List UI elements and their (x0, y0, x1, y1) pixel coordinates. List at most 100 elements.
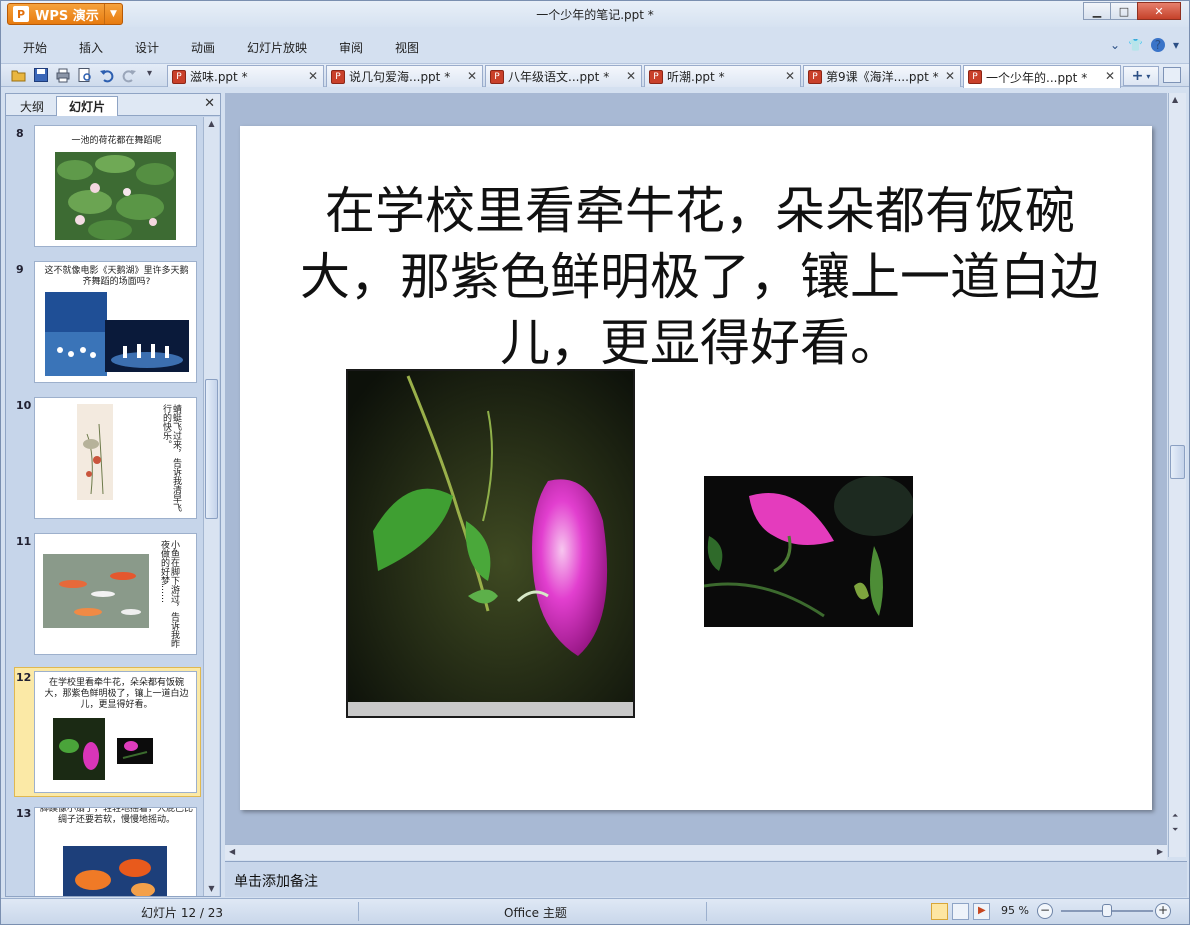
morning-glory-image-small-2 (117, 738, 153, 764)
scroll-up-icon[interactable]: ▲ (1172, 95, 1178, 104)
morning-glory-graphic (348, 371, 633, 716)
scrollbar-thumb[interactable] (205, 379, 218, 519)
slide-number: 12 (16, 671, 32, 684)
menu-view[interactable]: 视图 (395, 39, 419, 56)
ppt-file-icon: P (490, 69, 504, 84)
close-tab-icon[interactable]: ✕ (785, 69, 795, 83)
normal-view-button[interactable] (931, 903, 948, 920)
new-tab-button[interactable]: + ▾ (1123, 66, 1159, 86)
theme-name: Office 主题 (504, 906, 567, 920)
undo-icon[interactable] (99, 67, 115, 83)
slide-thumbnail-10[interactable]: 蜻蜓飞过来，告诉我清早飞行的快乐。 (34, 397, 197, 519)
menu-design[interactable]: 设计 (135, 39, 159, 56)
morning-glory-image-large[interactable] (346, 369, 635, 718)
tab-document-1[interactable]: P 滋味.ppt * ✕ (167, 65, 324, 87)
tab-document-4[interactable]: P 听潮.ppt * ✕ (644, 65, 801, 87)
slide-thumbnail-9[interactable]: 这不就像电影《天鹅湖》里许多天鹅齐舞蹈的场面吗? (34, 261, 197, 383)
notes-pane[interactable]: 单击添加备注 (225, 861, 1187, 897)
slide-thumbnail-8[interactable]: 一池的荷花都在舞蹈呢 (34, 125, 197, 247)
scroll-left-icon[interactable]: ◀ (229, 847, 235, 856)
zoom-out-button[interactable]: − (1037, 903, 1053, 919)
menu-animation[interactable]: 动画 (191, 39, 215, 56)
slide-title-text[interactable]: 在学校里看牵牛花，朵朵都有饭碗大，那紫色鲜明极了，镶上一道白边儿，更显得好看。 (300, 178, 1100, 376)
ballet-image (105, 320, 189, 372)
status-bar: 幻灯片 12 / 23 Office 主题 ▶ 95 % − + (1, 898, 1189, 924)
morning-glory-image-small-right[interactable] (704, 476, 913, 627)
minimize-button[interactable]: ▁ (1083, 2, 1111, 20)
close-tab-icon[interactable]: ✕ (1105, 69, 1115, 83)
ppt-file-icon: P (172, 69, 186, 84)
help-icon[interactable]: ? (1150, 38, 1165, 52)
slide-number: 9 (16, 263, 24, 276)
window-list-icon[interactable] (1163, 67, 1181, 83)
swan-lake-image (45, 292, 107, 376)
slide-number: 8 (16, 127, 24, 140)
print-icon[interactable] (55, 67, 71, 83)
zoom-level: 95 % (1001, 904, 1029, 917)
customize-toolbar-icon[interactable]: ▾ (147, 68, 152, 79)
zoom-slider-handle[interactable] (1102, 904, 1112, 917)
slide-thumbnail-11[interactable]: 小鱼在脚下游过，告诉我昨夜做的好梦…… (34, 533, 197, 655)
slide-thumbnail-12-selected[interactable]: 在学校里看牵牛花，朵朵都有饭碗大，那紫色鲜明极了，镶上一道白边儿，更显得好看。 (34, 671, 197, 793)
scroll-down-icon[interactable]: ▼ (204, 882, 219, 896)
window-title: 一个少年的笔记.ppt * (536, 8, 654, 22)
menu-insert[interactable]: 插入 (79, 39, 103, 56)
thumbnail-scrollbar[interactable]: ▲ ▼ (203, 117, 219, 896)
tab-document-3[interactable]: P 八年级语文...ppt * ✕ (485, 65, 642, 87)
scroll-right-icon[interactable]: ▶ (1157, 847, 1163, 856)
tab-document-5[interactable]: P 第9课《海洋....ppt * ✕ (803, 65, 961, 87)
close-tab-icon[interactable]: ✕ (308, 69, 318, 83)
thumbnail-list: 8 一池的荷花都在舞蹈呢 9 这不就像电影《天鹅湖》里许多天鹅齐舞蹈的场面吗? (6, 117, 203, 896)
maximize-button[interactable]: □ (1110, 2, 1138, 20)
thumbnail-text: 一池的荷花都在舞蹈呢 (71, 136, 162, 146)
thumbnail-text: 这不就像电影《天鹅湖》里许多天鹅齐舞蹈的场面吗? (44, 266, 189, 287)
help-dropdown-icon[interactable]: ▾ (1173, 38, 1179, 52)
title-bar: P WPS 演示 ▼ 一个少年的笔记.ppt * ▁ □ ✕ (1, 1, 1189, 27)
ppt-file-icon: P (968, 70, 982, 84)
status-divider (706, 902, 707, 921)
menu-review[interactable]: 审阅 (339, 39, 363, 56)
thumbnail-text: 脚蹼像小扇子，轻轻地摇着，大屁巴比绸子还要若软，慢慢地摇动。 (39, 807, 193, 825)
status-divider (358, 902, 359, 921)
slideshow-view-button[interactable]: ▶ (973, 903, 990, 920)
scroll-up-icon[interactable]: ▲ (204, 117, 219, 131)
redo-icon[interactable] (121, 67, 137, 83)
save-icon[interactable] (33, 67, 49, 83)
window-controls: ▁ □ ✕ (1083, 2, 1181, 20)
slide-horizontal-scrollbar[interactable]: ◀ ▶ (225, 844, 1167, 860)
close-panel-icon[interactable]: ✕ (204, 96, 215, 111)
close-tab-icon[interactable]: ✕ (467, 69, 477, 83)
morning-glory-image-small (53, 718, 105, 780)
slide-thumbnail-13[interactable]: 脚蹼像小扇子，轻轻地摇着，大屁巴比绸子还要若软，慢慢地摇动。 (34, 807, 197, 896)
close-window-button[interactable]: ✕ (1137, 2, 1181, 20)
scroll-prev-slide-icon[interactable]: ⏶ (1172, 811, 1178, 821)
preview-icon[interactable] (77, 67, 93, 83)
current-slide[interactable]: 在学校里看牵牛花，朵朵都有饭碗大，那紫色鲜明极了，镶上一道白边儿，更显得好看。 (240, 126, 1152, 810)
slide-counter: 幻灯片 12 / 23 (141, 906, 224, 920)
tab-document-6-active[interactable]: P 一个少年的...ppt * ✕ (963, 65, 1121, 88)
tab-slides[interactable]: 幻灯片 (56, 96, 118, 116)
ppt-file-icon: P (649, 69, 663, 84)
morning-glory-graphic-2 (704, 476, 913, 627)
close-tab-icon[interactable]: ✕ (945, 69, 955, 83)
zoom-in-button[interactable]: + (1155, 903, 1171, 919)
menu-slideshow[interactable]: 幻灯片放映 (247, 39, 307, 56)
fish-pond-image (43, 554, 149, 628)
slide-sorter-view-button[interactable] (952, 903, 969, 920)
skin-icon[interactable]: 👕 (1128, 38, 1143, 52)
notes-placeholder[interactable]: 单击添加备注 (234, 871, 318, 891)
thumbnail-text: 在学校里看牵牛花，朵朵都有饭碗大，那紫色鲜明极了，镶上一道白边儿，更显得好看。 (44, 678, 189, 710)
panel-tabs: 大纲 幻灯片 ✕ (6, 94, 220, 116)
scroll-next-slide-icon[interactable]: ⏷ (1172, 825, 1178, 835)
open-icon[interactable] (11, 67, 27, 83)
ppt-file-icon: P (808, 69, 822, 84)
ribbon-toggle-icon[interactable]: ⌄ (1110, 38, 1120, 52)
tab-outline[interactable]: 大纲 (10, 96, 54, 116)
tab-document-2[interactable]: P 说几句爱海...ppt * ✕ (326, 65, 483, 87)
close-tab-icon[interactable]: ✕ (626, 69, 636, 83)
scrollbar-thumb[interactable] (1170, 445, 1185, 479)
slide-vertical-scrollbar[interactable]: ▲ ⏶ ⏷ (1168, 93, 1186, 857)
menu-home[interactable]: 开始 (23, 39, 47, 56)
lotus-image (55, 152, 176, 240)
menu-right-tools: ⌄ 👕 ? ▾ (1110, 38, 1179, 52)
